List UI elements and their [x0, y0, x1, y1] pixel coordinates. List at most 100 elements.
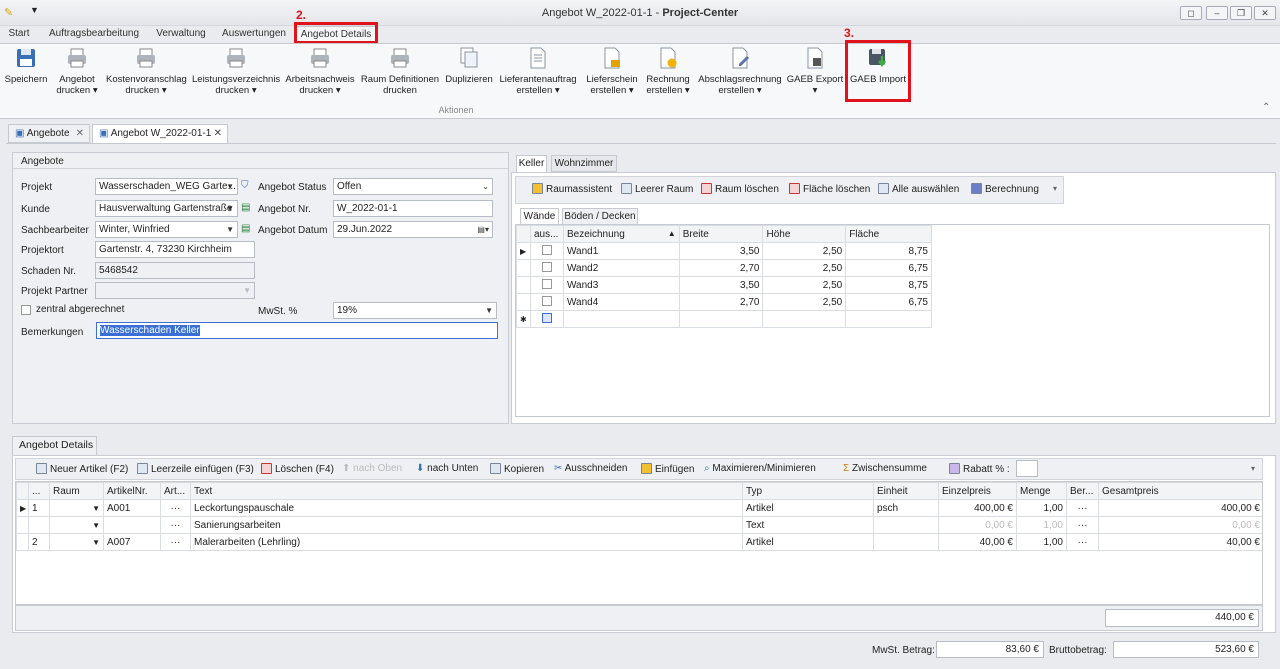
cell-raum[interactable]: ▼ [49, 516, 104, 534]
close-button[interactable]: ✕ [1254, 6, 1276, 20]
cell-flaeche[interactable]: 6,75 [845, 293, 932, 311]
projekt-select[interactable]: Wasserschaden_WEG Garte... ▼ [95, 178, 238, 195]
cell-hoehe[interactable]: 2,50 [762, 242, 847, 260]
table-row[interactable]: Wand3 3,50 2,50 8,75 [516, 276, 932, 294]
cell-artikelnr[interactable]: A001 [103, 499, 161, 517]
zwischensumme-button[interactable]: Σ Zwischensumme [843, 463, 927, 474]
cell-text[interactable]: Sanierungsarbeiten [190, 516, 743, 534]
lieferantenauftrag-erstellen-button[interactable]: Lieferantenauftrag erstellen ▾ [498, 46, 578, 104]
col-raum[interactable]: Raum [49, 482, 104, 500]
minimize-button[interactable]: – [1206, 6, 1228, 20]
cell-artikelnr[interactable] [103, 516, 161, 534]
toolbar-overflow-icon[interactable]: ▾ [1251, 464, 1255, 473]
table-row[interactable]: 2 ▼ A007 ··· Malerarbeiten (Lehrling) Ar… [16, 533, 1262, 551]
flaeche-loeschen-button[interactable]: Fläche löschen [789, 183, 870, 195]
gaeb-export-button[interactable]: GAEB Export ▾ [786, 46, 844, 104]
cell-hoehe[interactable]: 2,50 [762, 293, 847, 311]
cell-art-menu[interactable]: ··· [160, 533, 191, 551]
cell-gesamtpreis[interactable]: 400,00 € [1098, 499, 1262, 517]
nach-unten-button[interactable]: ⬇ nach Unten [416, 463, 478, 474]
row-checkbox[interactable] [541, 278, 552, 289]
cell-raum[interactable]: ▼ [49, 499, 104, 517]
cell-typ[interactable]: Artikel [742, 499, 874, 517]
cell-bezeichnung[interactable]: Wand1 [562, 242, 680, 260]
cell-gesamtpreis[interactable]: 40,00 € [1098, 533, 1262, 551]
cell-bezeichnung[interactable]: Wand4 [562, 293, 680, 311]
maximize-button[interactable]: ❐ [1230, 6, 1252, 20]
cell-pos[interactable]: 1 [28, 499, 50, 517]
einfuegen-button[interactable]: Einfügen [641, 463, 694, 475]
maximieren-button[interactable]: ⌕ Maximieren/Minimieren [704, 463, 816, 474]
close-icon[interactable]: ✕ [214, 125, 222, 142]
toolbar-overflow-icon[interactable]: ▾ [1053, 184, 1057, 193]
cell-ber-menu[interactable]: ··· [1066, 533, 1099, 551]
col-ber[interactable]: Ber... [1066, 482, 1099, 500]
cell-text[interactable]: Malerarbeiten (Lehrling) [190, 533, 743, 551]
cell-breite[interactable]: 3,50 [678, 242, 764, 260]
contact-card-icon[interactable]: ▤ [241, 202, 250, 213]
col-aus[interactable]: aus... [529, 225, 564, 243]
duplizieren-button[interactable]: Duplizieren [444, 46, 494, 104]
cell-breite[interactable]: 2,70 [678, 293, 764, 311]
col-hoehe[interactable]: Höhe [762, 225, 847, 243]
rechnung-erstellen-button[interactable]: Rechnung erstellen ▾ [644, 46, 692, 104]
col-pos[interactable]: ... [28, 482, 50, 500]
cell-pos[interactable]: 2 [28, 533, 50, 551]
col-einheit[interactable]: Einheit [873, 482, 939, 500]
kunde-select[interactable]: Hausverwaltung Gartenstraße ▼ [95, 200, 238, 217]
table-row[interactable]: ▼ ··· Sanierungsarbeiten Text 0,00 € 1,0… [16, 516, 1262, 534]
cell-bezeichnung[interactable]: Wand2 [562, 259, 680, 277]
col-breite[interactable]: Breite [678, 225, 764, 243]
close-icon[interactable]: ✕ [76, 125, 84, 142]
nr-field[interactable]: W_2022-01-1 [333, 200, 493, 217]
bemerkungen-input[interactable]: Wasserschaden Keller [96, 322, 498, 339]
kostenvoranschlag-drucken-button[interactable]: Kostenvoranschlag drucken ▾ [106, 46, 187, 104]
raum-loeschen-button[interactable]: Raum löschen [701, 183, 779, 195]
loeschen-button[interactable]: Löschen (F4) [261, 463, 334, 475]
calendar-icon[interactable]: ▤▾ [477, 222, 489, 237]
cell-einzelpreis[interactable]: 400,00 € [938, 499, 1017, 517]
row-checkbox[interactable] [541, 244, 552, 255]
table-row[interactable]: ▶ Wand1 3,50 2,50 8,75 [516, 242, 932, 260]
cell-menge[interactable]: 1,00 [1016, 516, 1067, 534]
kopieren-button[interactable]: Kopieren [490, 463, 544, 475]
nach-oben-button[interactable]: ⬆ nach Oben [342, 463, 402, 474]
cell-flaeche[interactable]: 8,75 [845, 242, 932, 260]
cell-art-menu[interactable]: ··· [160, 516, 191, 534]
col-text[interactable]: Text [190, 482, 743, 500]
col-bezeichnung[interactable]: Bezeichnung ▲ [562, 225, 680, 243]
tab-angebot-details-grid[interactable]: Angebot Details [12, 436, 97, 455]
doc-tab-angebote[interactable]: ▣ Angebote ✕ [8, 124, 90, 143]
cell-breite[interactable]: 3,50 [678, 276, 764, 294]
tab-start[interactable]: Start [4, 26, 34, 44]
abschlagsrechnung-erstellen-button[interactable]: Abschlagsrechnung erstellen ▾ [698, 46, 782, 104]
leerer-raum-button[interactable]: Leerer Raum [621, 183, 693, 195]
cell-artikelnr[interactable]: A007 [103, 533, 161, 551]
cell-art-menu[interactable]: ··· [160, 499, 191, 517]
mwst-select[interactable]: 19% ▼ [333, 302, 497, 319]
table-row[interactable]: Wand4 2,70 2,50 6,75 [516, 293, 932, 311]
col-typ[interactable]: Typ [742, 482, 874, 500]
tab-wohnzimmer[interactable]: Wohnzimmer [551, 155, 617, 172]
cell-einzelpreis[interactable]: 0,00 € [938, 516, 1017, 534]
tab-auswertungen[interactable]: Auswertungen [220, 26, 288, 44]
tab-auftragsbearbeitung[interactable]: Auftragsbearbeitung [44, 26, 144, 44]
rabatt-input[interactable] [1016, 460, 1038, 477]
projektort-field[interactable]: Gartenstr. 4, 73230 Kirchheim [95, 241, 255, 258]
arbeitsnachweis-drucken-button[interactable]: Arbeitsnachweis drucken ▾ [284, 46, 356, 104]
cell-einzelpreis[interactable]: 40,00 € [938, 533, 1017, 551]
cell-einheit[interactable]: psch [873, 499, 939, 517]
cell-typ[interactable]: Artikel [742, 533, 874, 551]
new-row-checkbox[interactable] [541, 312, 552, 323]
raumassistent-button[interactable]: Raumassistent [532, 183, 612, 195]
row-checkbox[interactable] [541, 261, 552, 272]
cell-breite[interactable]: 2,70 [678, 259, 764, 277]
cell-menge[interactable]: 1,00 [1016, 499, 1067, 517]
cell-ber-menu[interactable]: ··· [1066, 516, 1099, 534]
partner-select[interactable]: ▼ [95, 282, 255, 299]
cell-hoehe[interactable]: 2,50 [762, 276, 847, 294]
cell-hoehe[interactable]: 2,50 [762, 259, 847, 277]
berechnung-button[interactable]: Berechnung [971, 183, 1039, 195]
col-flaeche[interactable]: Fläche [845, 225, 932, 243]
leistungsverzeichnis-drucken-button[interactable]: Leistungsverzeichnis drucken ▾ [192, 46, 280, 104]
